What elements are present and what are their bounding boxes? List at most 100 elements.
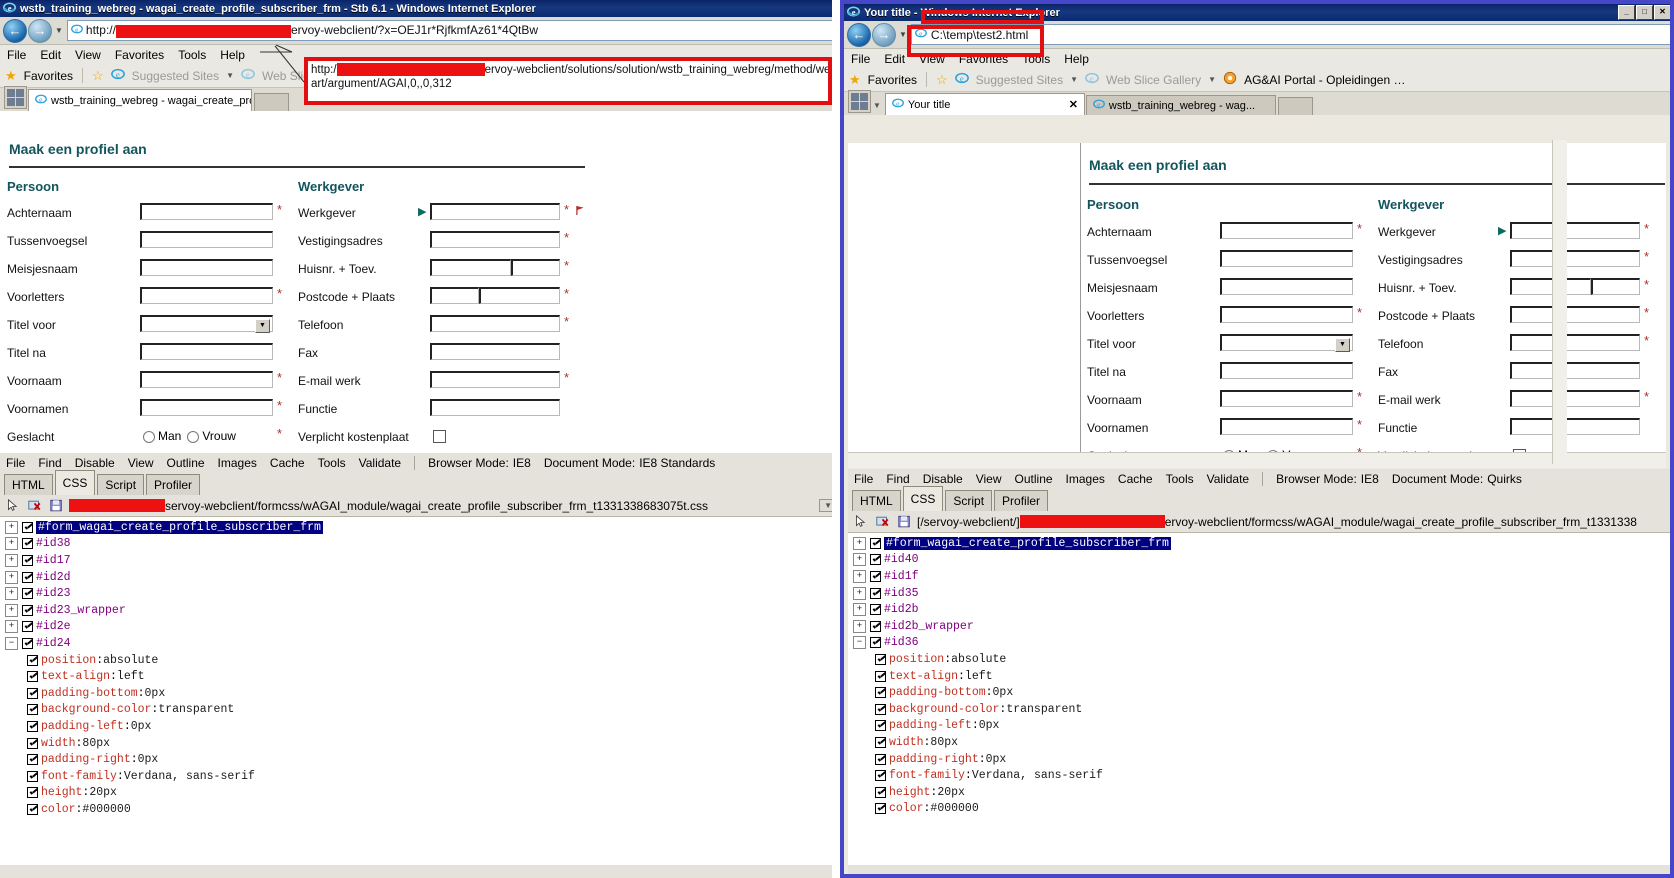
css-rule-checkbox[interactable] <box>22 588 33 600</box>
right-page-horizontal-scrollbar[interactable] <box>848 452 1666 468</box>
css-declaration-checkbox[interactable] <box>875 670 886 682</box>
left-employer-input-postcode-plaats-b[interactable] <box>479 287 560 304</box>
forward-button[interactable]: → <box>872 22 896 47</box>
css-declaration-checkbox[interactable] <box>875 770 886 782</box>
css-declaration-checkbox[interactable] <box>27 671 38 683</box>
close-button[interactable]: ✕ <box>1654 5 1670 20</box>
right-person-input-meisjesnaam[interactable] <box>1220 278 1353 295</box>
devmenu-outline[interactable]: Outline <box>1015 472 1053 486</box>
left-person-input-meisjesnaam[interactable] <box>140 259 273 276</box>
left-person-radio-man[interactable] <box>143 430 155 443</box>
css-declaration-checkbox[interactable] <box>875 736 886 748</box>
devmenu-validate[interactable]: Validate <box>359 456 401 470</box>
left-employer-input-vestigingsadres[interactable] <box>430 231 560 248</box>
web-slice-chevron-icon[interactable]: ▼ <box>1208 75 1216 84</box>
css-rule-row[interactable]: + #id35 <box>848 585 1670 602</box>
devtab-html[interactable]: HTML <box>4 474 53 495</box>
devmenu-outline[interactable]: Outline <box>167 456 205 470</box>
css-declaration-row[interactable]: font-family : Verdana, sans-serif <box>848 767 1670 784</box>
expand-icon[interactable]: + <box>5 587 18 601</box>
css-declaration-checkbox[interactable] <box>27 770 38 782</box>
minimize-button[interactable]: _ <box>1618 5 1635 20</box>
left-person-input-achternaam[interactable] <box>140 203 273 220</box>
maximize-button[interactable]: □ <box>1636 5 1653 20</box>
expand-icon[interactable]: + <box>5 620 18 634</box>
forward-button[interactable]: → <box>28 18 52 43</box>
right-employer-input-e-mail-werk[interactable] <box>1510 390 1640 407</box>
devtab-script[interactable]: Script <box>945 490 993 511</box>
css-declaration-checkbox[interactable] <box>27 737 38 749</box>
css-rule-checkbox[interactable] <box>22 538 33 550</box>
css-declaration-row[interactable]: width : 80px <box>0 735 840 752</box>
favorites-label[interactable]: Favorites <box>868 73 917 87</box>
left-employer-input-postcode-plaats-a[interactable] <box>430 287 479 304</box>
css-declaration-checkbox[interactable] <box>875 703 886 715</box>
left-employer-input-telefoon[interactable] <box>430 315 560 332</box>
css-rule-row[interactable]: − #id24 <box>0 635 840 652</box>
devmenu-cache[interactable]: Cache <box>270 456 305 470</box>
css-declaration-checkbox[interactable] <box>875 786 886 798</box>
devtab-html[interactable]: HTML <box>852 490 901 511</box>
devmenu-validate[interactable]: Validate <box>1207 472 1249 486</box>
devmenu-images[interactable]: Images <box>218 456 257 470</box>
css-rule-checkbox[interactable] <box>870 537 881 549</box>
select-element-cursor-icon[interactable] <box>3 497 22 515</box>
css-rule-row[interactable]: + #id1f <box>848 568 1670 585</box>
left-employer-input-werkgever[interactable] <box>430 203 560 220</box>
css-declaration-row[interactable]: color : #000000 <box>848 801 1670 818</box>
right-employer-input-vestigingsadres[interactable] <box>1510 250 1640 267</box>
css-rule-row[interactable]: + #id23_wrapper <box>0 602 840 619</box>
left-employer-input-huisnr-toev-a[interactable] <box>430 259 511 276</box>
save-styles-icon[interactable] <box>895 513 914 531</box>
right-tab-0[interactable]: e Your title ✕ <box>884 93 1085 115</box>
expand-icon[interactable]: + <box>5 553 18 567</box>
left-person-input-voorletters[interactable] <box>140 287 273 304</box>
css-declaration-row[interactable]: padding-bottom : 0px <box>848 684 1670 701</box>
css-declaration-row[interactable]: padding-bottom : 0px <box>0 685 840 702</box>
left-document-mode-value[interactable]: IE8 Standards <box>639 456 715 470</box>
back-button[interactable]: ← <box>847 22 871 47</box>
expand-icon[interactable]: + <box>853 603 866 617</box>
quick-tabs-button[interactable] <box>848 90 871 113</box>
right-person-input-tussenvoegsel[interactable] <box>1220 250 1353 267</box>
left-person-input-titel-na[interactable] <box>140 343 273 360</box>
css-declaration-row[interactable]: padding-right : 0px <box>848 751 1670 768</box>
right-person-input-titel-voor[interactable]: ▼ <box>1220 334 1353 352</box>
clear-styles-icon[interactable] <box>25 497 44 515</box>
new-tab-button[interactable] <box>1277 97 1313 115</box>
css-declaration-row[interactable]: font-family : Verdana, sans-serif <box>0 768 840 785</box>
devmenu-file[interactable]: File <box>6 456 25 470</box>
css-rule-checkbox[interactable] <box>870 554 881 566</box>
css-declaration-checkbox[interactable] <box>27 687 38 699</box>
css-declaration-checkbox[interactable] <box>875 687 886 699</box>
back-button[interactable]: ← <box>3 18 27 43</box>
add-favorite-icon[interactable]: ☆ <box>92 68 104 84</box>
devmenu-find[interactable]: Find <box>886 472 909 486</box>
css-rule-row[interactable]: + #form_wagai_create_profile_subscriber_f… <box>848 535 1670 552</box>
css-declaration-row[interactable]: text-align : left <box>0 668 840 685</box>
css-rule-row[interactable]: + #id23 <box>0 585 840 602</box>
css-declaration-checkbox[interactable] <box>27 704 38 716</box>
devmenu-tools[interactable]: Tools <box>318 456 346 470</box>
right-person-input-achternaam[interactable] <box>1220 222 1353 239</box>
recent-pages-chevron-icon[interactable]: ▼ <box>55 26 63 35</box>
right-employer-input-postcode-plaats-b[interactable] <box>1559 306 1640 323</box>
menu-help[interactable]: Help <box>1064 52 1089 66</box>
right-page-vertical-scrollbar[interactable] <box>1552 140 1567 464</box>
devmenu-view[interactable]: View <box>128 456 154 470</box>
left-person-input-tussenvoegsel[interactable] <box>140 231 273 248</box>
expand-icon[interactable]: + <box>853 569 866 583</box>
css-rule-checkbox[interactable] <box>22 521 33 533</box>
css-declaration-checkbox[interactable] <box>27 754 38 766</box>
left-person-dropdown-chevron-icon[interactable]: ▼ <box>255 319 270 333</box>
favorites-label[interactable]: Favorites <box>24 69 73 83</box>
devtab-css[interactable]: CSS <box>54 470 96 495</box>
css-rule-row[interactable]: + #id2b_wrapper <box>848 618 1670 635</box>
devtab-script[interactable]: Script <box>97 474 145 495</box>
menu-edit[interactable]: Edit <box>884 52 905 66</box>
css-declaration-row[interactable]: padding-right : 0px <box>0 751 840 768</box>
right-browser-mode-value[interactable]: IE8 <box>1361 472 1379 486</box>
devtab-profiler[interactable]: Profiler <box>994 490 1049 511</box>
save-styles-icon[interactable] <box>47 497 66 515</box>
right-document-mode-value[interactable]: Quirks <box>1487 472 1522 486</box>
